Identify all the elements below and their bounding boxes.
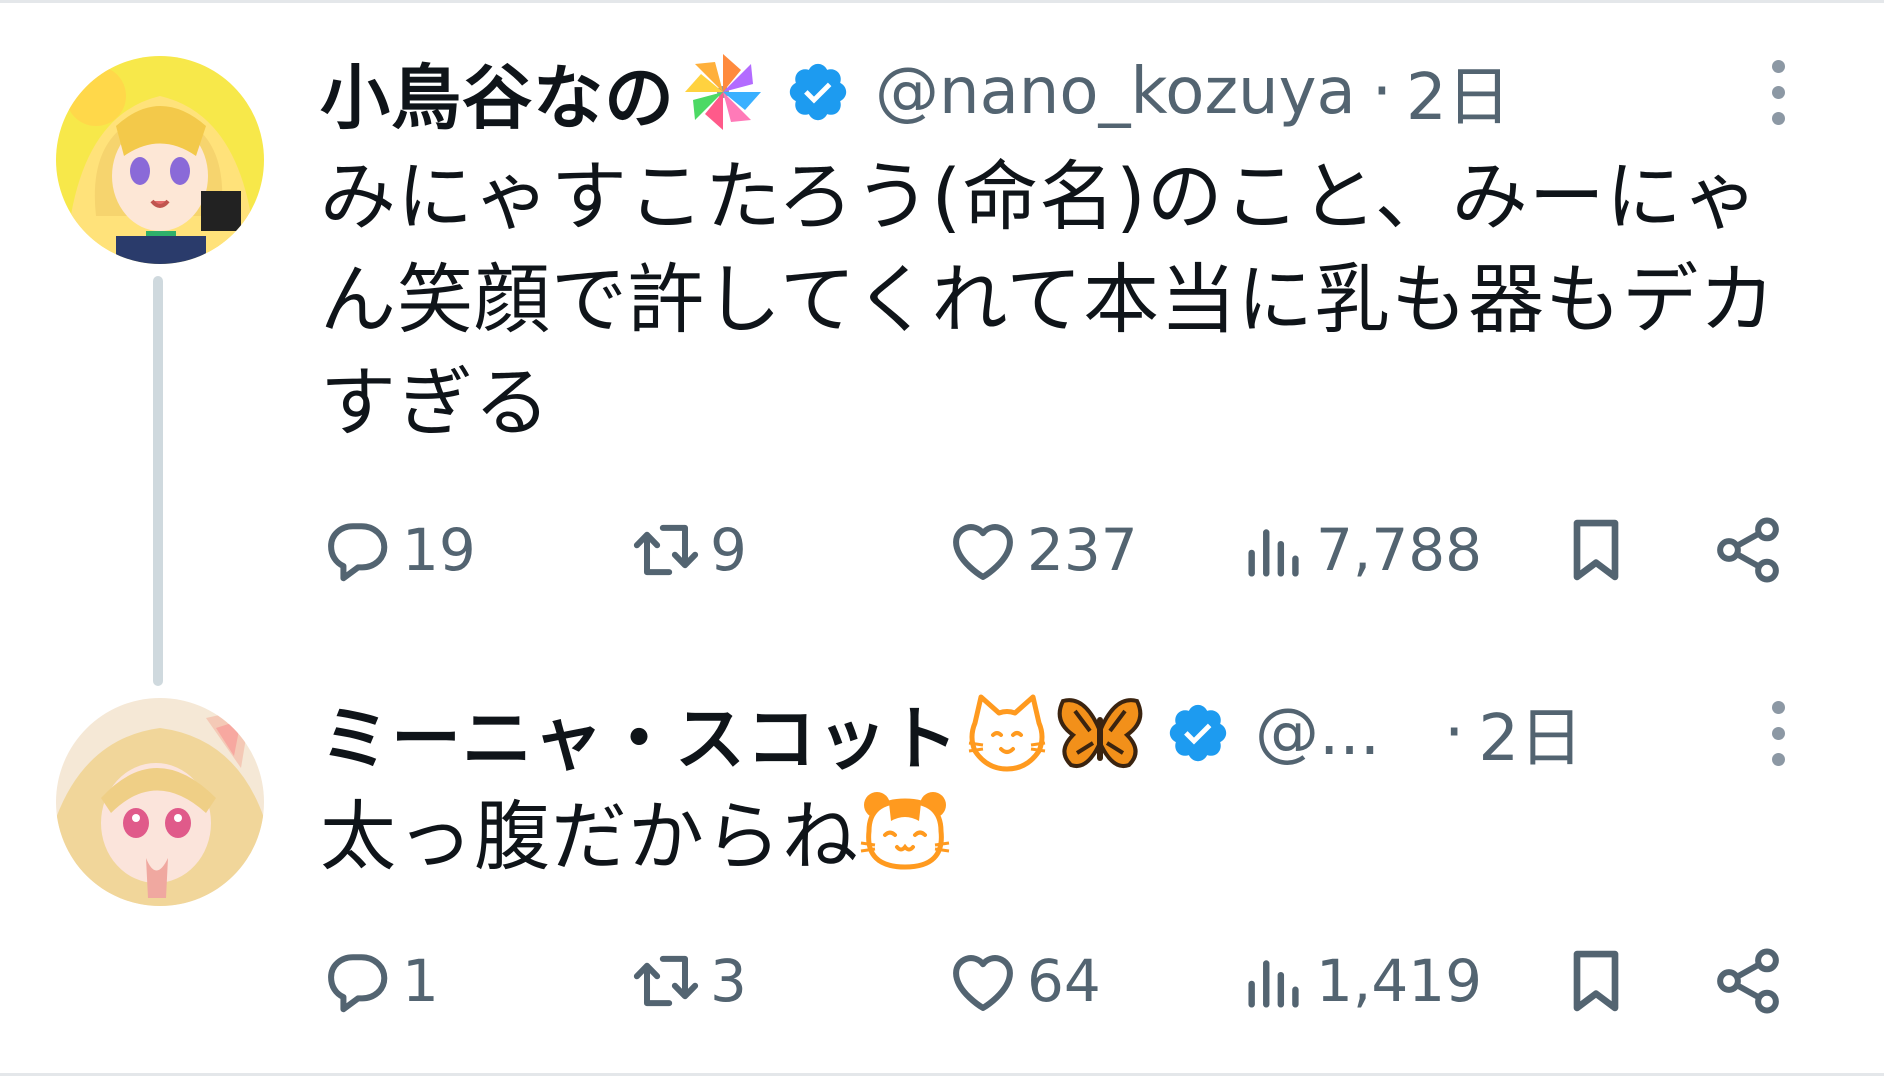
reply-icon: [328, 954, 388, 1013]
avatar[interactable]: [56, 56, 264, 264]
repost-icon: [633, 524, 699, 576]
verified-badge-icon: [1165, 700, 1231, 766]
views-bar-chart-icon: [1248, 960, 1299, 1008]
avatar[interactable]: [56, 698, 264, 906]
like-count: 64: [1027, 947, 1101, 1015]
bottom-divider: [0, 1073, 1884, 1076]
like-count: 237: [1027, 516, 1138, 584]
repost-button[interactable]: 9: [628, 500, 747, 600]
more-options-icon[interactable]: [1758, 42, 1798, 142]
share-button[interactable]: [1710, 931, 1786, 1031]
views-button[interactable]: 1,419: [1240, 931, 1482, 1031]
heart-icon: [953, 524, 1013, 580]
share-button[interactable]: [1710, 500, 1786, 600]
share-icon: [1717, 517, 1779, 583]
bookmark-button[interactable]: [1558, 500, 1634, 600]
cat-face-emoji-icon: [965, 691, 1049, 775]
tweet-timestamp[interactable]: 2日: [1406, 46, 1511, 138]
bookmark-icon: [1573, 519, 1619, 581]
separator-dot: ·: [1371, 55, 1393, 129]
tweet-text-content: 太っ腹だからね: [320, 792, 859, 881]
views-count: 7,788: [1316, 516, 1483, 584]
tweet-text-line: みにゃすこたろう(命名)のこと、みーにゃ: [320, 152, 1760, 241]
views-bar-chart-icon: [1248, 529, 1299, 577]
reply-icon: [328, 523, 388, 582]
author-handle[interactable]: @nano_kozuya: [875, 55, 1356, 129]
tweet-actions: 19 9 237 7,788: [320, 500, 1800, 600]
tweet-actions: 1 3 64 1,419: [320, 931, 1800, 1031]
repost-icon: [633, 955, 699, 1007]
tweet-header: ミーニャ・スコット @... · 2日: [320, 683, 1583, 783]
separator-dot: ·: [1444, 696, 1465, 770]
reply-count: 1: [402, 947, 439, 1015]
pinwheel-emoji-icon: [681, 50, 765, 134]
bookmark-button[interactable]: [1558, 931, 1634, 1031]
thread-connector-line: [153, 276, 163, 686]
repost-count: 9: [710, 516, 747, 584]
reply-button[interactable]: 1: [320, 931, 439, 1031]
views-count: 1,419: [1316, 947, 1483, 1015]
author-display-name[interactable]: ミーニャ・スコット: [320, 683, 959, 784]
share-icon: [1717, 948, 1779, 1014]
like-button[interactable]: 237: [945, 500, 1138, 600]
hamster-emoji-icon: [859, 787, 951, 898]
tweet-text: みにゃすこたろう(命名)のこと、みーにゃ ん笑顔で許してくれて本当に乳も器もデカ…: [320, 145, 1820, 454]
reply-count: 19: [402, 516, 476, 584]
repost-button[interactable]: 3: [628, 931, 747, 1031]
author-handle[interactable]: @...: [1255, 696, 1380, 770]
bookmark-icon: [1573, 950, 1619, 1012]
top-divider: [0, 0, 1884, 3]
verified-badge-icon: [785, 59, 851, 125]
more-options-icon[interactable]: [1758, 683, 1798, 783]
tweet-text: 太っ腹だからね: [320, 785, 1820, 898]
tweet-timestamp[interactable]: 2日: [1478, 687, 1583, 779]
like-button[interactable]: 64: [945, 931, 1101, 1031]
tweet-text-line: ん笑顔で許してくれて本当に乳も器もデカ: [320, 255, 1777, 344]
author-display-name[interactable]: 小鳥谷なの: [320, 42, 675, 143]
tweet-header: 小鳥谷なの @nano_kozuya · 2日: [320, 42, 1511, 142]
views-button[interactable]: 7,788: [1240, 500, 1482, 600]
reply-button[interactable]: 19: [320, 500, 476, 600]
tweet-text-line: すぎる: [320, 358, 551, 447]
repost-count: 3: [710, 947, 747, 1015]
butterfly-emoji-icon: [1055, 691, 1145, 775]
heart-icon: [953, 955, 1013, 1011]
